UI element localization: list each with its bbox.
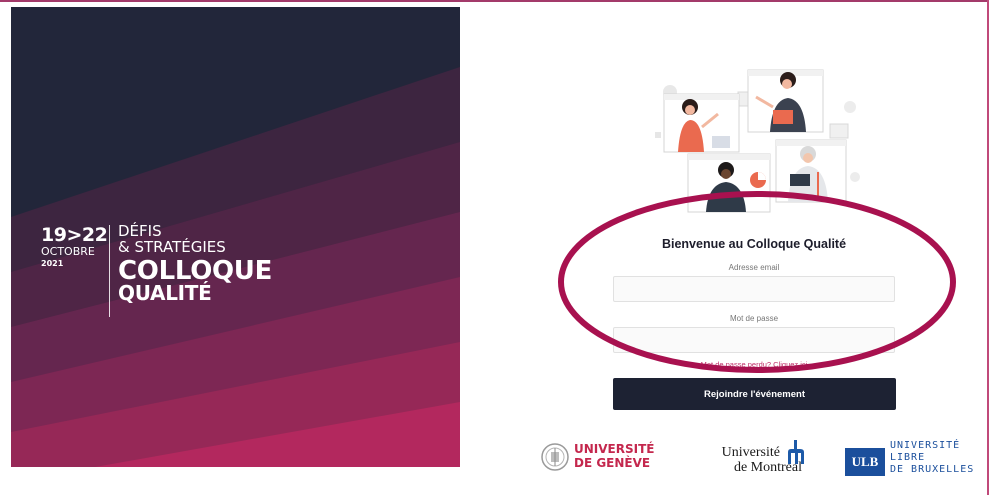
montreal-mark-icon	[788, 440, 804, 464]
event-days: 19>22	[41, 224, 108, 246]
geneve-text: UNIVERSITÉ DE GENÈVE	[574, 442, 654, 470]
password-field[interactable]	[613, 327, 895, 353]
ulb-line-2: LIBRE	[890, 452, 926, 463]
forgot-password-link[interactable]: Mot de passe perdu? Cliquez ici	[613, 360, 895, 369]
event-year: 2021	[41, 259, 64, 268]
event-brand-panel: 19>22 OCTOBRE 2021 DÉFIS & STRATÉGIES CO…	[11, 7, 460, 467]
ulb-logo-icon: ULB	[845, 448, 885, 476]
event-title-2: QUALITÉ	[118, 281, 212, 305]
geneve-seal-icon	[541, 443, 569, 471]
geneve-line-1: UNIVERSITÉ	[574, 442, 655, 456]
event-subtitle-2: & STRATÉGIES	[118, 238, 226, 256]
password-label: Mot de passe	[729, 314, 779, 323]
event-title-block: DÉFIS & STRATÉGIES COLLOQUE QUALITÉ	[118, 223, 318, 303]
welcome-heading: Bienvenue au Colloque Qualité	[661, 237, 847, 251]
ulb-logo: ULB UNIVERSITÉ LIBRE DE BRUXELLES	[845, 440, 985, 484]
email-field[interactable]	[613, 276, 895, 302]
ulb-text: UNIVERSITÉ LIBRE DE BRUXELLES	[890, 440, 974, 476]
video-call-illustration	[655, 69, 860, 213]
geneve-line-2: DE GENÈVE	[574, 456, 651, 470]
event-title-1: COLLOQUE	[118, 256, 273, 286]
window-top-border	[0, 0, 989, 2]
event-subtitle-1: DÉFIS	[118, 222, 162, 240]
universite-geneve-logo: UNIVERSITÉ DE GENÈVE	[540, 440, 655, 480]
ulb-line-3: DE BRUXELLES	[890, 464, 975, 475]
email-label: Adresse email	[728, 263, 780, 272]
join-event-button[interactable]: Rejoindre l'événement	[613, 378, 896, 410]
event-month: OCTOBRE	[41, 245, 95, 258]
event-date: 19>22 OCTOBRE 2021	[41, 225, 117, 268]
brand-divider	[109, 225, 110, 317]
ulb-line-1: UNIVERSITÉ	[890, 440, 961, 451]
universite-montreal-logo: Université de Montréal	[706, 440, 816, 480]
